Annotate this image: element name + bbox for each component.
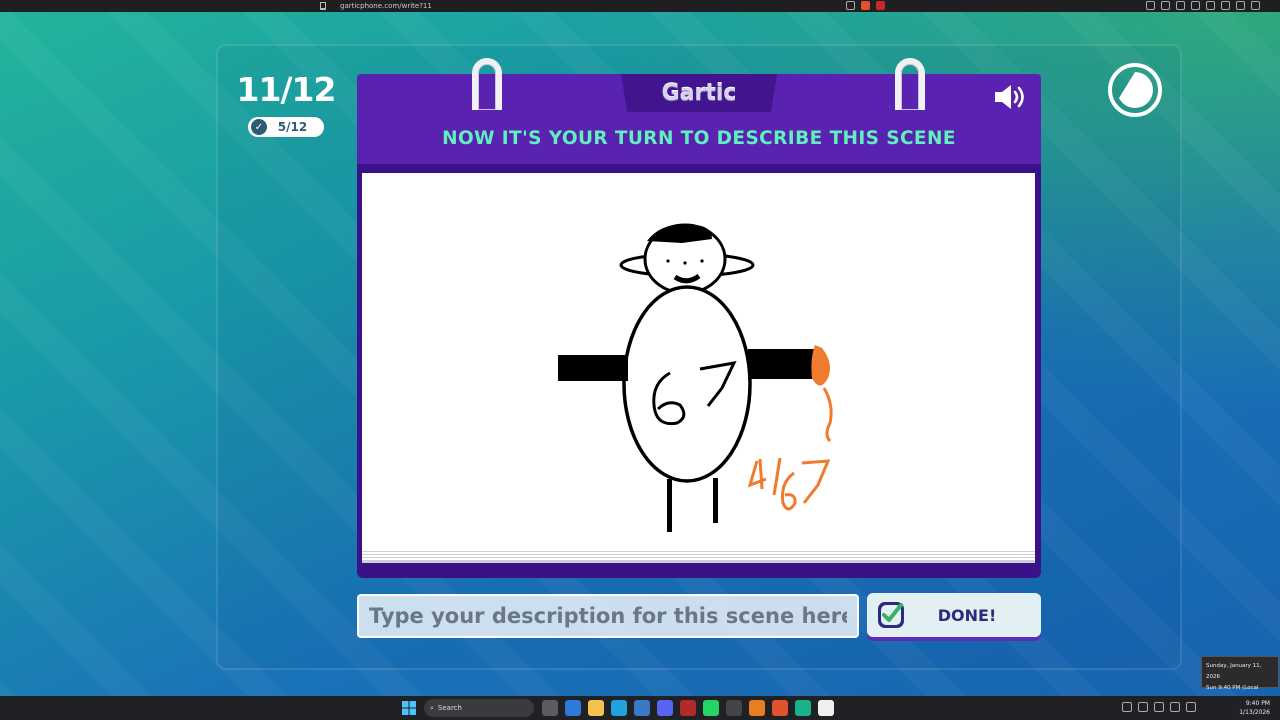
clock-tooltip: Sunday, January 11, 2026 Sun 9:40 PM (Lo… xyxy=(1201,656,1279,702)
onedrive-icon[interactable] xyxy=(1138,702,1148,712)
taskbar-clock[interactable]: 9:40 PM 1/13/2026 xyxy=(1239,699,1270,717)
taskbar-apps xyxy=(542,700,834,716)
clock-time: 9:40 PM xyxy=(1245,700,1270,707)
volume-icon[interactable] xyxy=(1186,702,1196,712)
clock-date: 1/13/2026 xyxy=(1239,709,1270,716)
steam-icon[interactable] xyxy=(726,700,742,716)
windows-taskbar: ⌕ Search 9:40 PM 1/13/2026 xyxy=(0,696,1280,720)
app-icon-orange[interactable] xyxy=(749,700,765,716)
wifi-icon[interactable] xyxy=(1154,702,1164,712)
whatsapp-icon[interactable] xyxy=(703,700,719,716)
share-icon[interactable] xyxy=(846,1,855,10)
card-header: Gartic NOW IT'S YOUR TURN TO DESCRIBE TH… xyxy=(357,74,1041,168)
card-pages xyxy=(362,549,1035,563)
vpn-icon[interactable] xyxy=(1236,1,1245,10)
system-tray xyxy=(1122,702,1196,712)
brave-shield-icon[interactable] xyxy=(861,1,870,10)
extensions-icon[interactable] xyxy=(1206,1,1215,10)
bookmark-icon[interactable] xyxy=(320,2,326,10)
wallet-icon[interactable] xyxy=(1221,1,1230,10)
check-circle-icon: ✓ xyxy=(251,119,267,135)
scene-drawing xyxy=(558,223,833,532)
players-done-badge: ✓ 5/12 xyxy=(248,117,324,137)
battery-icon[interactable] xyxy=(1170,702,1180,712)
taskbar-search-label: Search xyxy=(437,704,462,712)
tab-icon[interactable] xyxy=(1146,1,1155,10)
app-icon-green[interactable] xyxy=(795,700,811,716)
file-explorer-icon[interactable] xyxy=(588,700,604,716)
chevron-up-icon[interactable] xyxy=(1122,702,1132,712)
browser-right-icons xyxy=(1146,1,1260,10)
brave-icon[interactable] xyxy=(772,700,788,716)
extension-icon[interactable] xyxy=(876,1,885,10)
timer-icon xyxy=(1108,63,1162,117)
done-button[interactable]: DONE! xyxy=(867,593,1041,637)
app-icon-red[interactable] xyxy=(680,700,696,716)
browser-toolbar: garticphone.com/write?11 xyxy=(0,0,1280,12)
window-icon[interactable] xyxy=(1191,1,1200,10)
browser-extension-icons xyxy=(846,1,885,10)
check-badge-icon xyxy=(878,602,904,628)
media-icon[interactable] xyxy=(1161,1,1170,10)
edge-icon[interactable] xyxy=(611,700,627,716)
logo-tab: Gartic xyxy=(621,74,777,112)
sidebar-icon[interactable] xyxy=(1176,1,1185,10)
binder-ring-right xyxy=(895,58,925,110)
scene-instruction: NOW IT'S YOUR TURN TO DESCRIBE THIS SCEN… xyxy=(442,128,956,149)
address-bar[interactable]: garticphone.com/write?11 xyxy=(340,0,432,12)
speaker-icon[interactable] xyxy=(993,82,1031,112)
menu-icon[interactable] xyxy=(1251,1,1260,10)
search-icon: ⌕ xyxy=(430,703,434,712)
windows-start-icon[interactable] xyxy=(402,701,416,715)
round-counter: 11/12 xyxy=(236,70,337,109)
card-body xyxy=(357,168,1041,578)
tooltip-date: Sunday, January 11, 2026 xyxy=(1206,663,1262,680)
players-done-count: 5/12 xyxy=(277,120,308,134)
store-icon[interactable] xyxy=(634,700,650,716)
drawing-canvas xyxy=(362,173,1035,549)
taskbar-search[interactable]: ⌕ Search xyxy=(424,699,534,717)
discord-icon[interactable] xyxy=(657,700,673,716)
binder-ring-left xyxy=(472,58,502,110)
description-input[interactable] xyxy=(357,594,859,638)
copilot-icon[interactable] xyxy=(565,700,581,716)
done-button-label: DONE! xyxy=(937,605,997,625)
task-view-icon[interactable] xyxy=(542,700,558,716)
notepad-icon[interactable] xyxy=(818,700,834,716)
gartic-logo: Gartic xyxy=(661,80,737,106)
